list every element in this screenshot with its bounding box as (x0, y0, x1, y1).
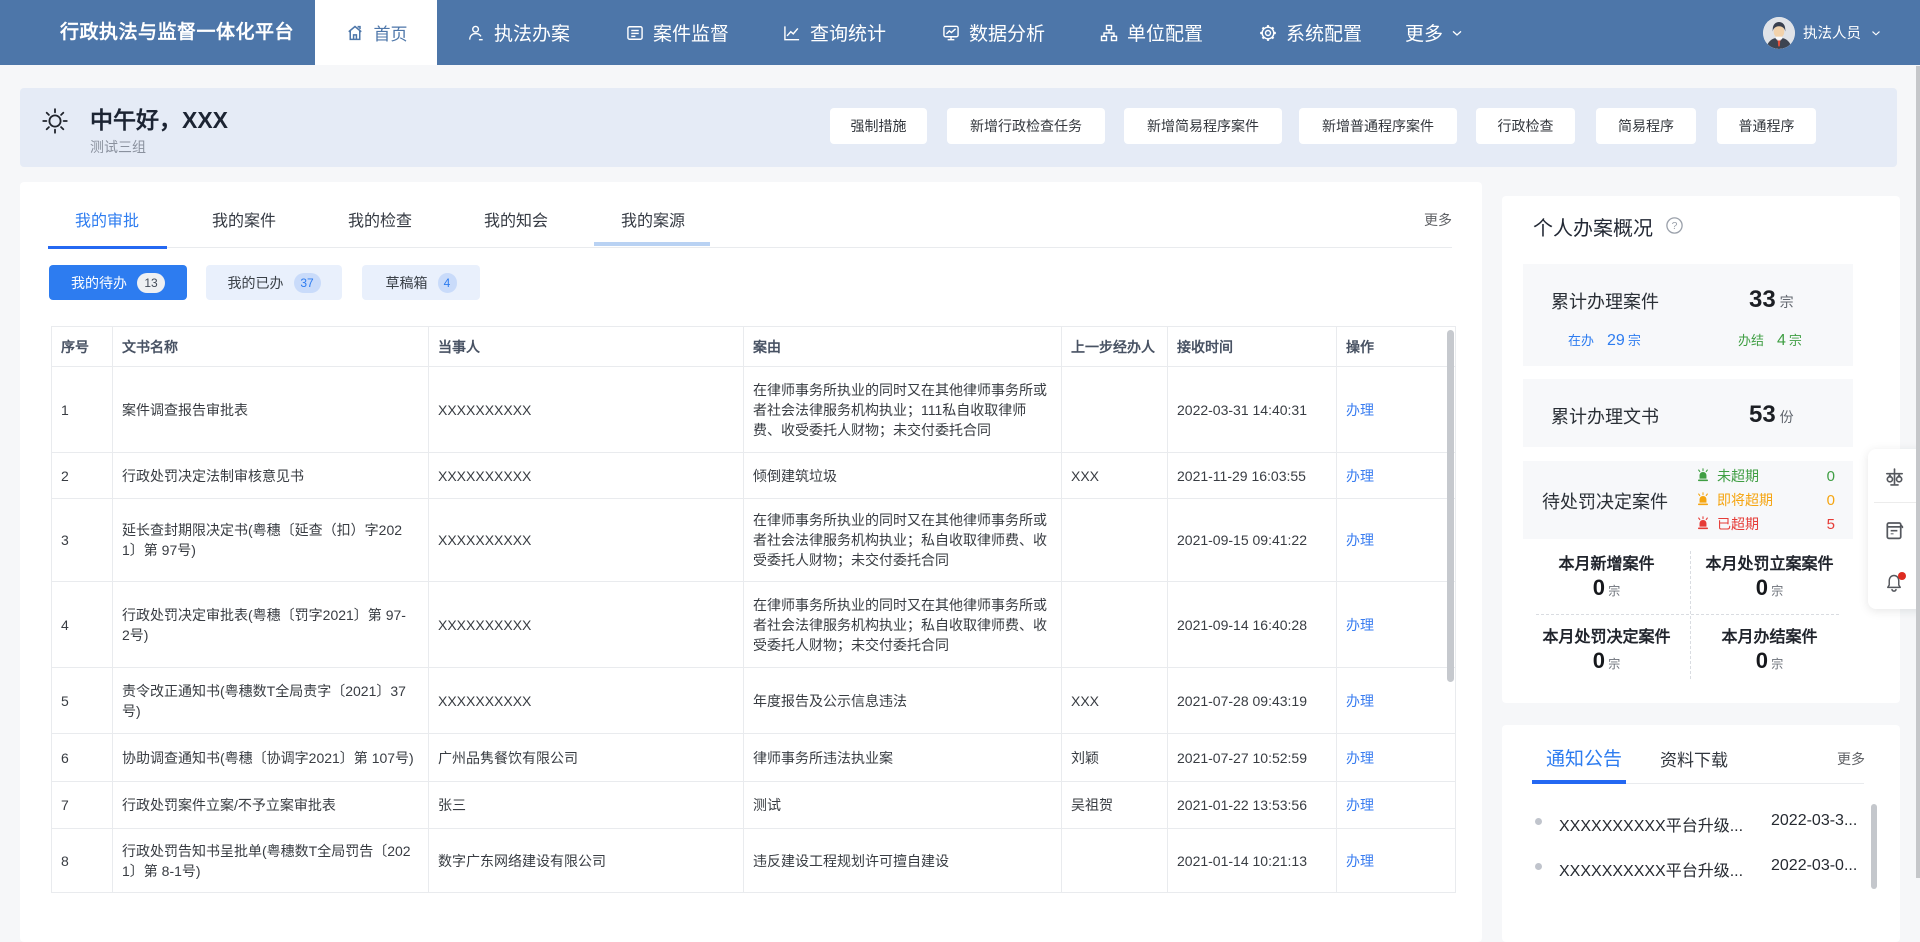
svg-text:?: ? (1672, 220, 1678, 232)
